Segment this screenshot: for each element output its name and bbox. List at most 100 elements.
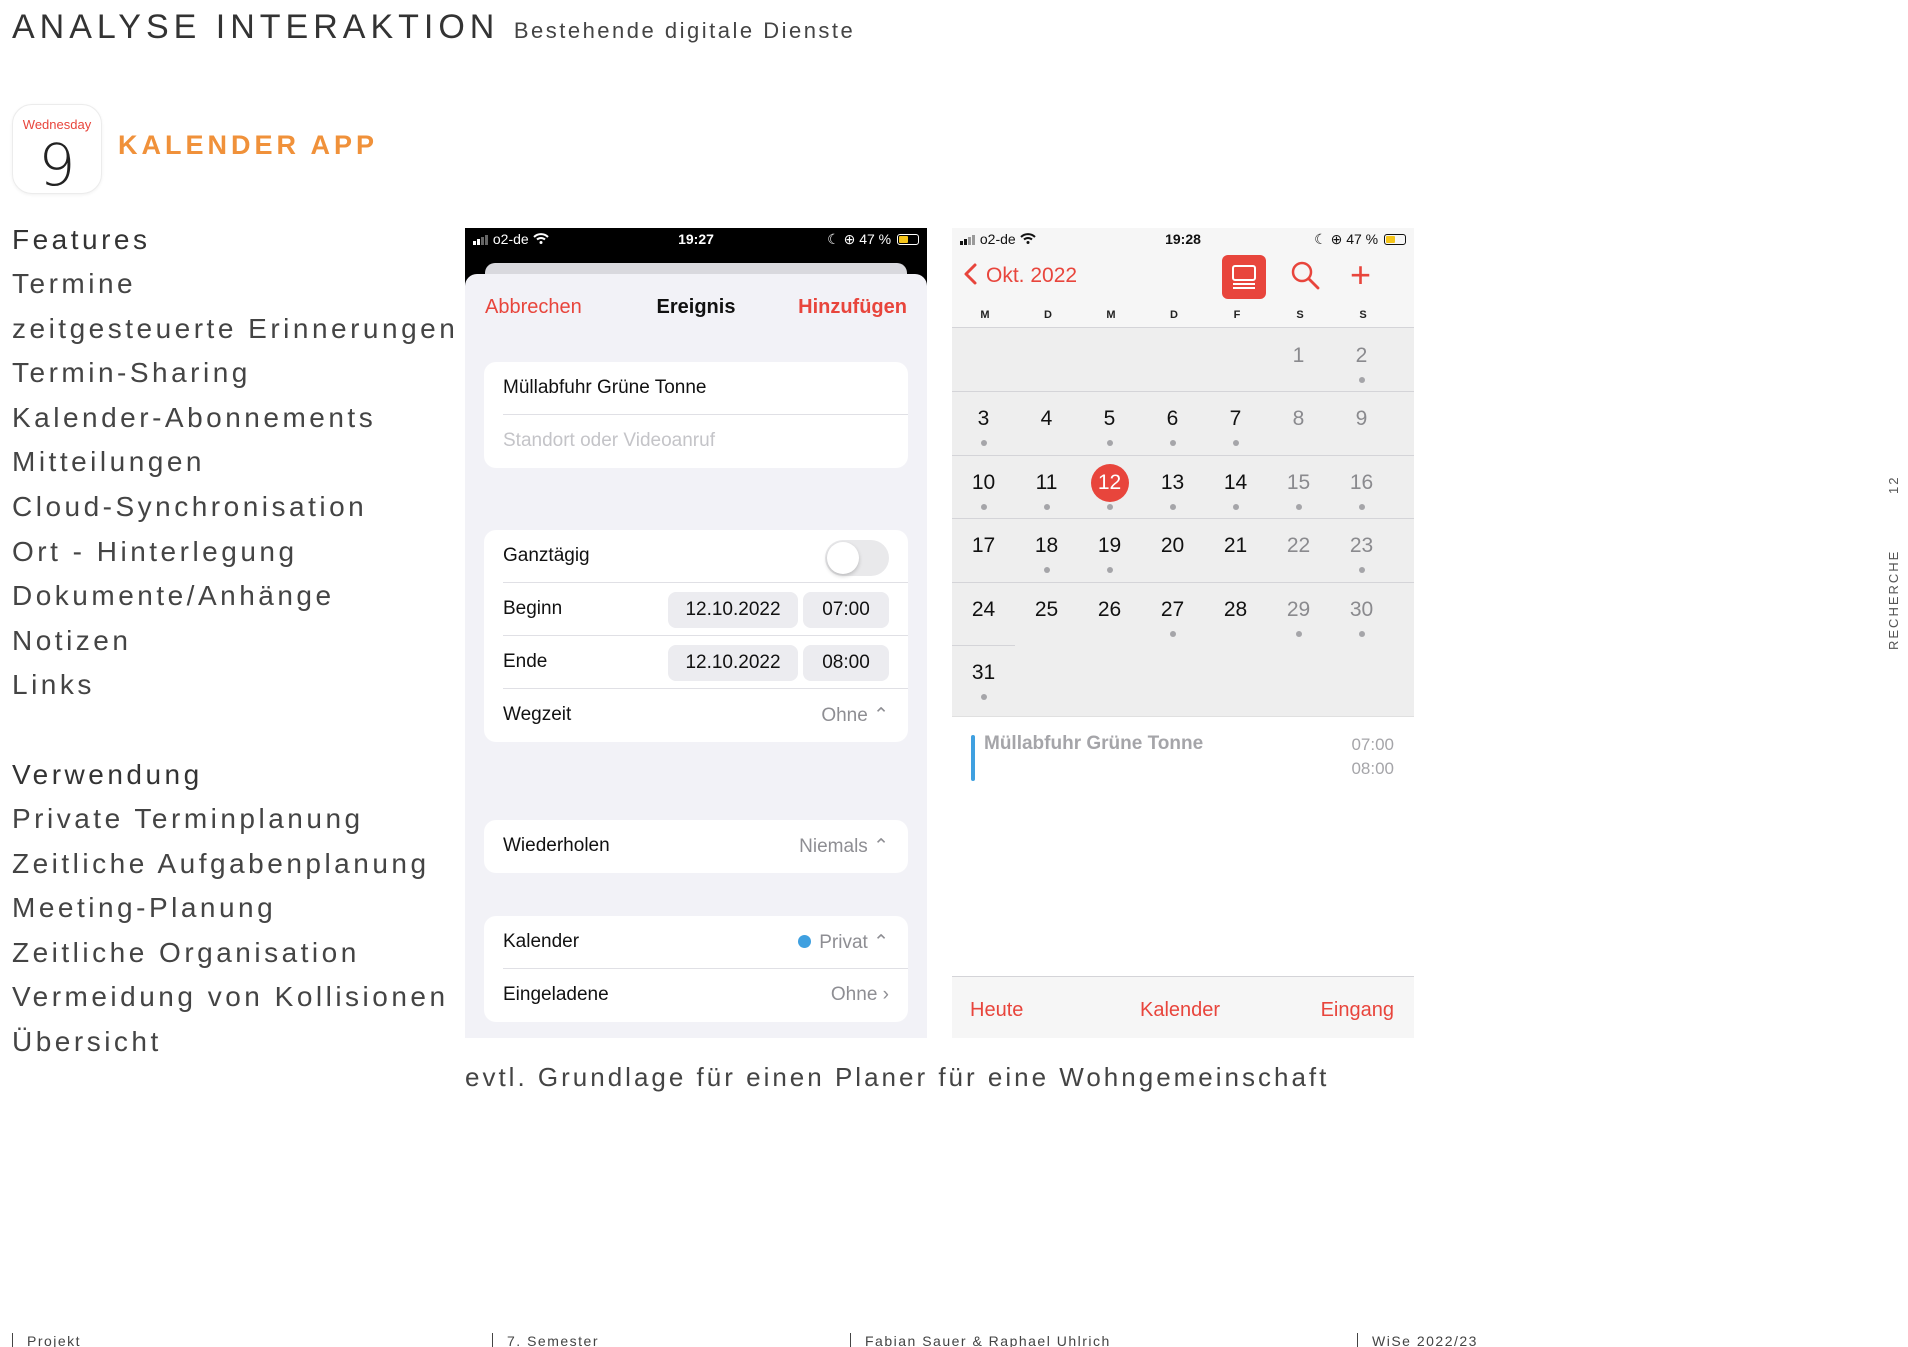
- footer-project: Projekt: [27, 1333, 82, 1347]
- plus-icon[interactable]: +: [1350, 254, 1371, 296]
- day-cell-today[interactable]: 12: [1078, 455, 1141, 518]
- day-number: 21: [1223, 534, 1248, 558]
- battery-percent: 47 %: [1346, 231, 1379, 247]
- allday-toggle[interactable]: [825, 540, 889, 576]
- day-number: 30: [1349, 597, 1374, 621]
- month-back-button[interactable]: Okt. 2022: [986, 264, 1077, 288]
- battery-icon: [897, 234, 919, 245]
- day-cell[interactable]: 20: [1141, 518, 1204, 581]
- day-cell[interactable]: 11: [1015, 455, 1078, 518]
- day-cell[interactable]: 6: [1141, 391, 1204, 454]
- day-cell[interactable]: 7: [1204, 391, 1267, 454]
- list-view-icon[interactable]: [1222, 255, 1266, 299]
- weekday-label: M: [980, 309, 990, 321]
- day-cell[interactable]: 3: [952, 391, 1015, 454]
- event-color-bar: [971, 735, 975, 781]
- day-number: 10: [971, 470, 996, 494]
- event-dot: [1043, 503, 1050, 510]
- end-time-picker[interactable]: 08:00: [803, 645, 889, 681]
- day-number: 2: [1355, 344, 1368, 367]
- page-subtitle: Bestehende digitale Dienste: [513, 18, 856, 43]
- event-dot: [1169, 440, 1176, 447]
- rotation-lock-icon: ⊕: [843, 231, 856, 247]
- day-cell[interactable]: 31: [952, 645, 1015, 708]
- day-cell[interactable]: 13: [1141, 455, 1204, 518]
- add-button[interactable]: Hinzufügen: [798, 296, 907, 319]
- event-item-title[interactable]: Müllabfuhr Grüne Tonne: [984, 733, 1203, 755]
- day-number: 24: [971, 597, 996, 621]
- day-cell[interactable]: 1: [1267, 328, 1330, 391]
- title-row[interactable]: Müllabfuhr Grüne Tonne: [503, 362, 908, 415]
- list-item: Zeitliche Organisation: [12, 936, 360, 968]
- day-cell[interactable]: 30: [1330, 582, 1393, 645]
- location-field[interactable]: Standort oder Videoanruf: [503, 430, 715, 452]
- weekday-header: M D M D F S S: [952, 304, 1414, 328]
- day-number: 22: [1286, 534, 1311, 558]
- tab-inbox[interactable]: Eingang: [1321, 999, 1394, 1022]
- travel-row[interactable]: Wegzeit Ohne ⌃: [503, 689, 908, 742]
- day-cell[interactable]: 26: [1078, 582, 1141, 645]
- title-location-group: Müllabfuhr Grüne Tonne Standort oder Vid…: [484, 362, 908, 468]
- day-cell[interactable]: 8: [1267, 391, 1330, 454]
- day-cell[interactable]: 28: [1204, 582, 1267, 645]
- day-cell[interactable]: 4: [1015, 391, 1078, 454]
- start-time-picker[interactable]: 07:00: [803, 592, 889, 628]
- day-cell[interactable]: 16: [1330, 455, 1393, 518]
- day-cell[interactable]: 23: [1330, 518, 1393, 581]
- day-cell[interactable]: 10: [952, 455, 1015, 518]
- event-dot: [1106, 440, 1113, 447]
- day-number: 12: [1090, 463, 1129, 502]
- end-date-picker[interactable]: 12.10.2022: [668, 645, 798, 681]
- sheet-nav: Abbrechen Ereignis Hinzufügen: [465, 274, 927, 340]
- day-cell[interactable]: 19: [1078, 518, 1141, 581]
- repeat-label: Wiederholen: [503, 835, 610, 856]
- chevron-left-icon[interactable]: [962, 262, 978, 292]
- side-label: 12 RECHERCHE: [1868, 476, 1908, 660]
- day-cell[interactable]: 18: [1015, 518, 1078, 581]
- tab-bar: Heute Kalender Eingang: [952, 976, 1414, 1038]
- calendar-row[interactable]: Kalender Privat ⌃: [503, 916, 908, 969]
- event-dot: [1358, 503, 1365, 510]
- location-row[interactable]: Standort oder Videoanruf: [503, 415, 908, 468]
- list-item: Mitteilungen: [12, 446, 205, 478]
- list-item: Vermeidung von Kollisionen: [12, 981, 449, 1013]
- footer-authors: Fabian Sauer & Raphael Uhlrich: [865, 1333, 1111, 1347]
- day-cell[interactable]: 5: [1078, 391, 1141, 454]
- list-item: Links: [12, 669, 95, 701]
- day-cell[interactable]: 29: [1267, 582, 1330, 645]
- day-cell[interactable]: 15: [1267, 455, 1330, 518]
- travel-value[interactable]: Ohne ⌃: [821, 704, 889, 727]
- day-cell[interactable]: 21: [1204, 518, 1267, 581]
- tab-calendar[interactable]: Kalender: [1140, 999, 1220, 1022]
- repeat-row[interactable]: Wiederholen Niemals ⌃: [503, 820, 908, 873]
- day-cell[interactable]: 9: [1330, 391, 1393, 454]
- calendar-value[interactable]: Privat ⌃: [819, 932, 889, 953]
- day-number: 20: [1160, 534, 1185, 558]
- calendar-app-icon: Wednesday 9: [12, 104, 102, 199]
- tab-today[interactable]: Heute: [970, 999, 1023, 1022]
- event-dot: [1169, 503, 1176, 510]
- day-cell[interactable]: 2: [1330, 328, 1393, 391]
- event-dot: [1106, 567, 1113, 574]
- day-cell[interactable]: 25: [1015, 582, 1078, 645]
- event-dot: [1232, 503, 1239, 510]
- event-editor-screenshot: o2-de 19:27 ☾ ⊕ 47 % Abbrechen Ereignis …: [465, 228, 927, 1038]
- day-cell[interactable]: 22: [1267, 518, 1330, 581]
- invitees-value[interactable]: Ohne ›: [831, 984, 889, 1006]
- event-title-field[interactable]: Müllabfuhr Grüne Tonne: [503, 377, 707, 399]
- event-dot: [980, 503, 987, 510]
- day-number: 7: [1229, 407, 1242, 431]
- section-label: RECHERCHE: [1886, 549, 1901, 650]
- day-cell[interactable]: 14: [1204, 455, 1267, 518]
- invitees-label: Eingeladene: [503, 984, 609, 1005]
- weekday-label: D: [1044, 309, 1052, 321]
- day-cell[interactable]: 24: [952, 582, 1015, 645]
- event-start-time: 07:00: [1351, 735, 1394, 754]
- page-number: 12: [1886, 475, 1901, 494]
- repeat-value[interactable]: Niemals ⌃: [799, 835, 889, 858]
- day-cell[interactable]: 27: [1141, 582, 1204, 645]
- search-icon[interactable]: [1288, 258, 1322, 292]
- invitees-row[interactable]: Eingeladene Ohne ›: [503, 969, 908, 1022]
- start-date-picker[interactable]: 12.10.2022: [668, 592, 798, 628]
- day-cell[interactable]: 17: [952, 518, 1015, 581]
